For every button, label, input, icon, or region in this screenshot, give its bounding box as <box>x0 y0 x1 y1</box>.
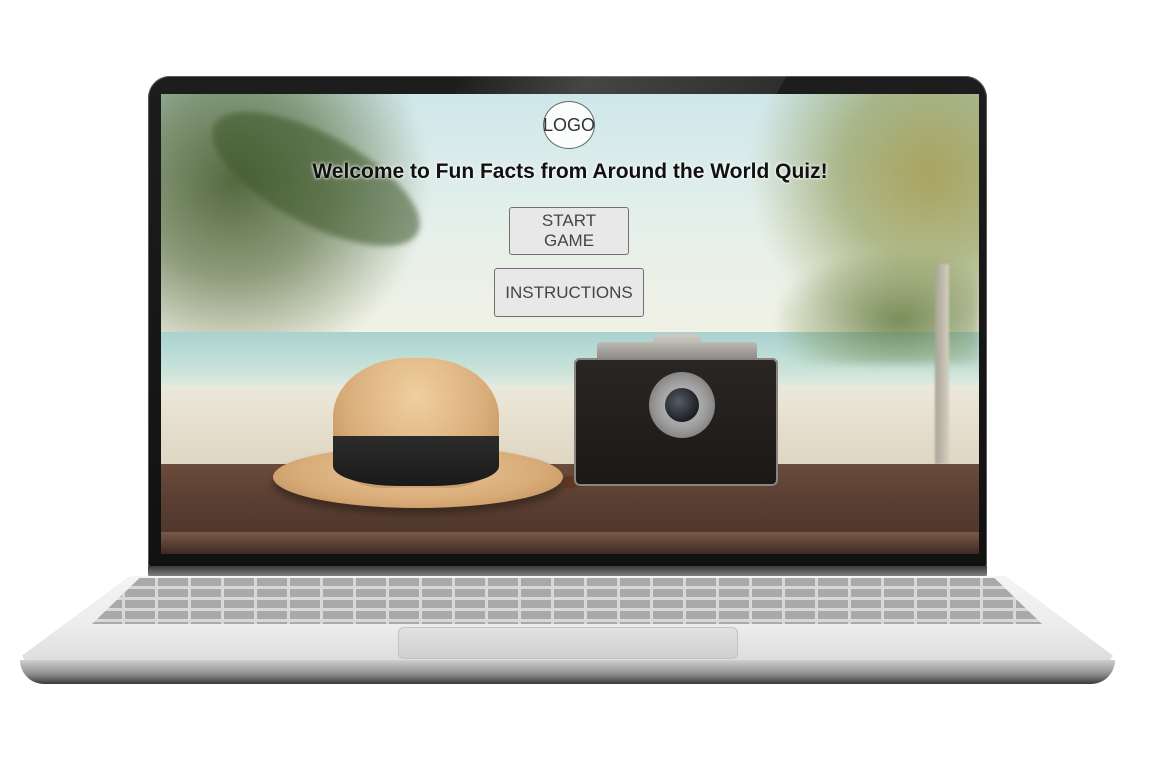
bushes-right <box>779 254 979 364</box>
logo: LOGO <box>543 101 595 149</box>
camera-lens-glass <box>665 388 699 422</box>
logo-text: LOGO <box>543 114 596 135</box>
laptop-trackpad <box>398 627 738 659</box>
instructions-button[interactable]: INSTRUCTIONS <box>494 268 644 317</box>
laptop-keyboard <box>92 578 1042 624</box>
sand-background <box>161 386 979 476</box>
wooden-table-edge <box>161 532 979 554</box>
quiz-screen: LOGO Welcome to Fun Facts from Around th… <box>161 94 979 554</box>
laptop-mockup: LOGO Welcome to Fun Facts from Around th… <box>0 0 1166 760</box>
start-game-button[interactable]: START GAME <box>509 207 629 255</box>
straw-hat-band <box>333 436 499 486</box>
page-title: Welcome to Fun Facts from Around the Wor… <box>312 160 828 183</box>
laptop-lid: LOGO Welcome to Fun Facts from Around th… <box>148 76 987 568</box>
laptop-base-front <box>20 660 1115 684</box>
palm-trunk-right <box>935 264 949 464</box>
